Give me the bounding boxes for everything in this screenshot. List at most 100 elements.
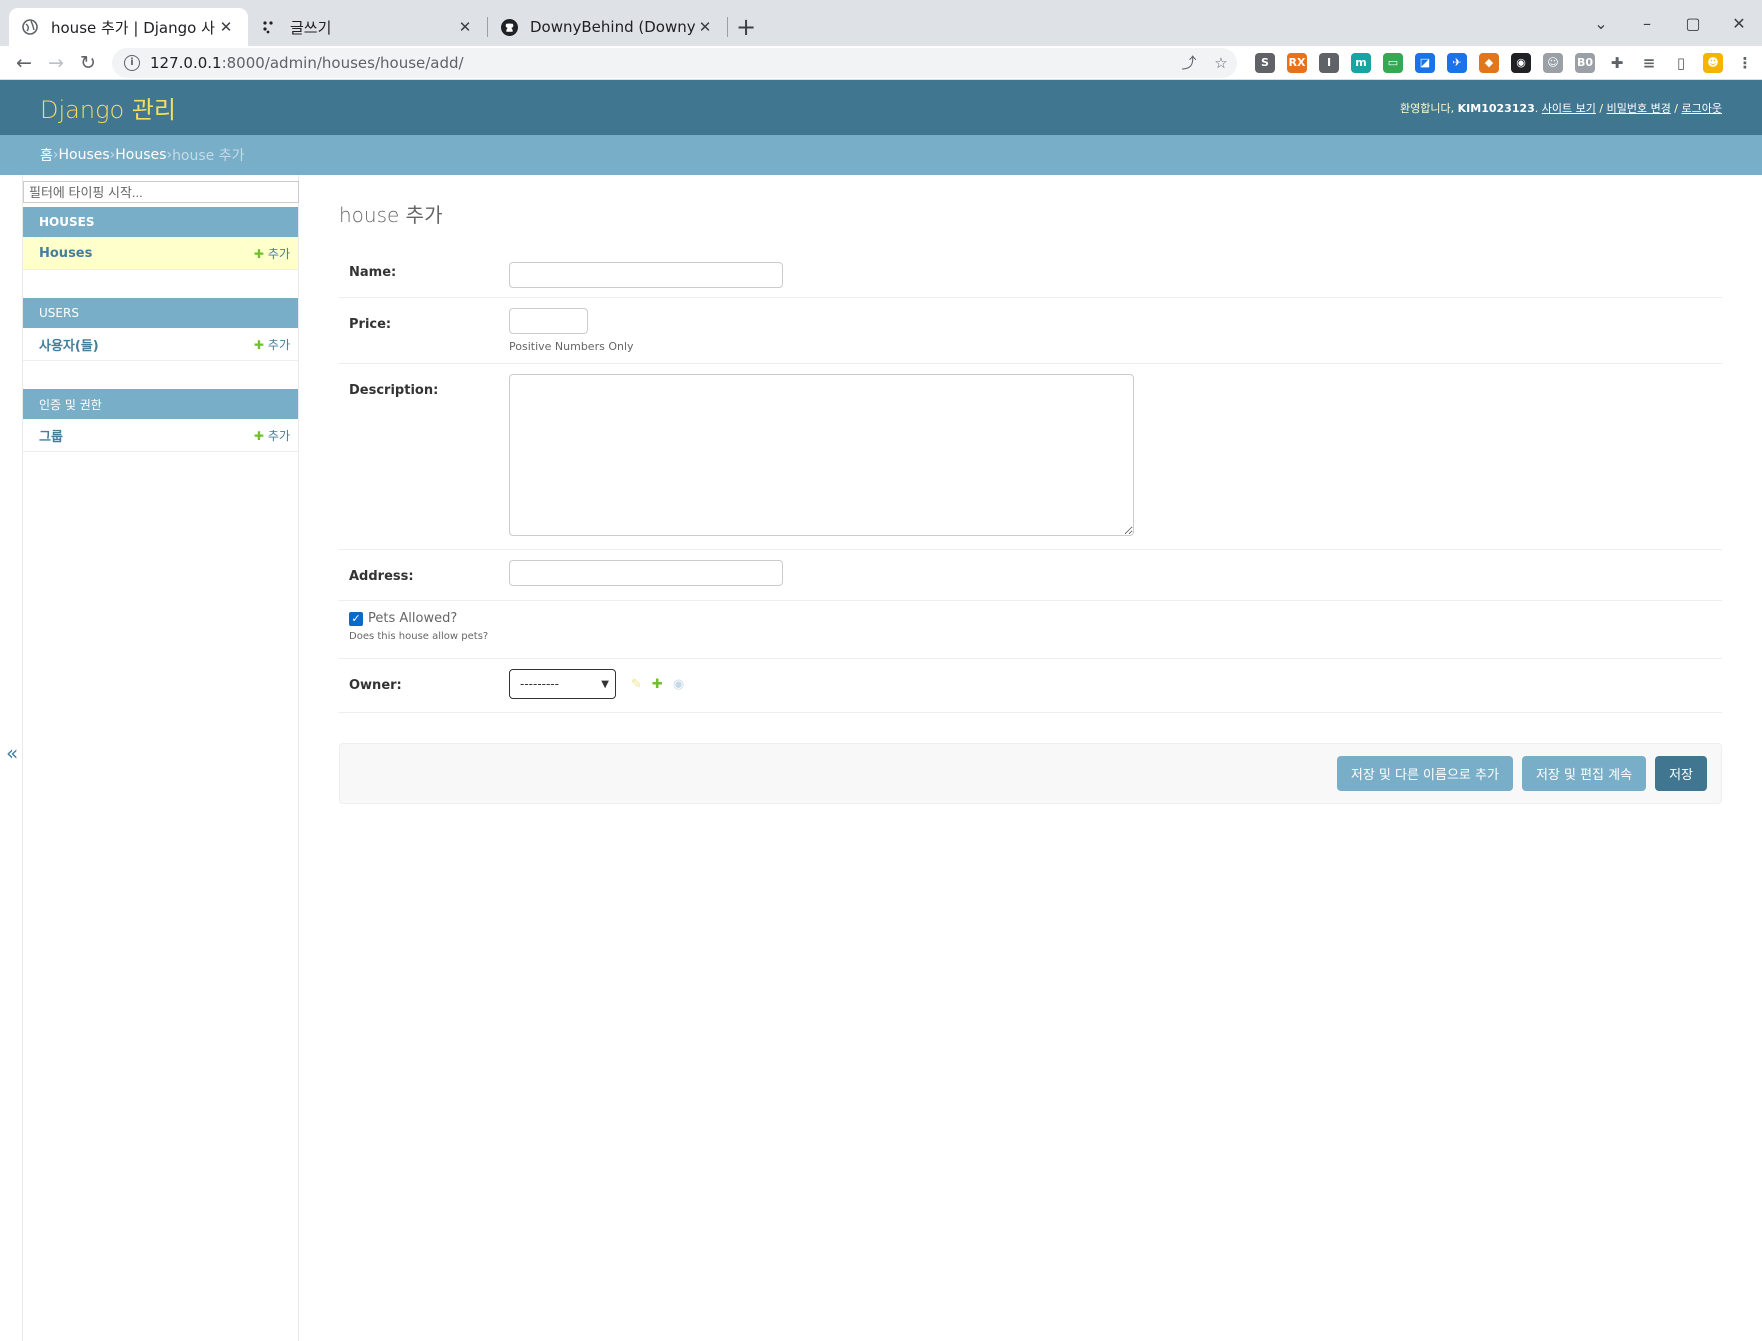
back-icon[interactable]: ← (8, 47, 40, 79)
module-auth: 인증 및 권한 그룹 ✚ 추가 (23, 389, 298, 452)
nav-filter-input[interactable] (23, 181, 299, 203)
model-link[interactable]: 사용자(들) (39, 335, 99, 354)
close-window-icon[interactable]: ✕ (1716, 14, 1762, 33)
form-row-price: Price: Positive Numbers Only (339, 298, 1722, 364)
pencil-icon[interactable]: ✎ (631, 677, 642, 692)
form-row-name: Name: (339, 246, 1722, 298)
welcome-text: 환영합니다, (1400, 101, 1455, 115)
add-link[interactable]: ✚ 추가 (254, 427, 290, 444)
module-caption[interactable]: HOUSES (23, 207, 298, 237)
separator: / (1595, 101, 1607, 115)
plus-icon: ✚ (253, 246, 264, 261)
puzzle-icon[interactable]: ✚ (1607, 53, 1627, 73)
owner-select[interactable]: --------- ▼ (509, 669, 616, 699)
minimize-icon[interactable]: – (1624, 14, 1670, 33)
screen-icon[interactable]: ▭ (1383, 52, 1403, 73)
site-branding[interactable]: Django 관리 (40, 90, 176, 125)
model-link[interactable]: 그룹 (39, 426, 63, 445)
price-label: Price: (349, 317, 392, 332)
menu-icon[interactable]: ⋮ (1735, 53, 1755, 73)
browser-tab[interactable]: DownyBehind (Downyk) ✕ (488, 8, 727, 46)
module-houses: HOUSES Houses ✚ 추가 (23, 207, 298, 270)
playlist-icon[interactable]: ≡ (1639, 53, 1659, 73)
save-button[interactable]: 저장 (1655, 756, 1707, 791)
pets-help-text: Does this house allow pets? (349, 631, 489, 642)
logout-link[interactable]: 로그아웃 (1682, 102, 1722, 115)
main-area: « HOUSES Houses ✚추가 USERS 사용자(들) ✚추가 인증 … (0, 175, 1762, 1341)
form-row-pets: ✓ Pets Allowed? Does this house allow pe… (339, 601, 1722, 659)
pets-allowed-checkbox[interactable]: ✓ (349, 611, 363, 626)
owner-label: Owner: (349, 678, 402, 693)
user-icon[interactable]: ☺ (1543, 52, 1563, 73)
address-bar-row: ← → ↻ i 127.0.0.1:8000/admin/houses/hous… (0, 46, 1762, 80)
breadcrumb-current: house 추가 (172, 148, 245, 164)
breadcrumb-app[interactable]: Houses (59, 147, 110, 163)
close-tab-icon[interactable]: ✕ (455, 18, 475, 36)
i-icon[interactable]: I (1319, 52, 1339, 73)
avatar-icon[interactable]: ☻ (1703, 52, 1723, 73)
view-site-link[interactable]: 사이트 보기 (1542, 102, 1596, 115)
reload-icon[interactable]: ↻ (72, 47, 104, 79)
address-input[interactable] (509, 560, 783, 586)
browser-tab[interactable]: 글쓰기 ✕ (248, 8, 487, 46)
extensions-toolbar: S RX Im ▭ ◪ ✈ ◆ ◉ ☺ B0 ✚ ≡ ▯ ☻ ⋮ (1249, 52, 1761, 73)
add-label: 추가 (267, 246, 290, 261)
add-link[interactable]: ✚ 추가 (254, 336, 290, 353)
sidebar-item-users: 사용자(들) ✚ 추가 (23, 328, 298, 361)
tab-title: DownyBehind (Downyk) (530, 18, 695, 36)
fox-icon[interactable]: ◆ (1479, 52, 1499, 73)
sidebar-item-groups: 그룹 ✚ 추가 (23, 419, 298, 452)
close-tab-icon[interactable]: ✕ (695, 18, 715, 36)
name-label: Name: (349, 265, 397, 280)
site-info-icon[interactable]: i (124, 54, 140, 71)
m-icon[interactable]: m (1351, 52, 1371, 73)
browser-tab-active[interactable]: house 추가 | Django 사이트 ✕ (9, 8, 248, 46)
add-label: 추가 (267, 428, 290, 443)
add-label: 추가 (267, 337, 290, 352)
url-path: :8000/admin/houses/house/add/ (221, 53, 464, 72)
save-and-add-another-button[interactable]: 저장 및 다른 이름으로 추가 (1336, 756, 1513, 791)
sidepanel-icon[interactable]: ▯ (1671, 53, 1691, 73)
forward-icon[interactable]: → (40, 47, 72, 79)
add-related-icon[interactable]: ✚ (652, 677, 663, 692)
pets-allowed-label[interactable]: Pets Allowed? (368, 611, 457, 626)
browser-tab-strip: house 추가 | Django 사이트 ✕ 글쓰기 ✕ DownyBehin… (0, 0, 1762, 46)
price-input[interactable] (509, 308, 588, 334)
rss-icon[interactable]: RX (1287, 52, 1307, 73)
target-icon[interactable]: ◉ (1511, 52, 1531, 73)
form-row-address: Address: (339, 550, 1722, 601)
bookmark-star-icon[interactable]: ☆ (1205, 54, 1237, 72)
maximize-icon[interactable]: ▢ (1670, 14, 1716, 33)
breadcrumb-home[interactable]: 홈 (40, 145, 53, 165)
satellite-icon[interactable]: ✈ (1447, 52, 1467, 73)
admin-header: Django 관리 환영합니다, KIM1023123. 사이트 보기 / 비밀… (0, 80, 1762, 135)
module-caption[interactable]: 인증 및 권한 (23, 389, 298, 419)
sidebar-collapse-toggle[interactable]: « (6, 741, 18, 765)
url-text: 127.0.0.1:8000/admin/houses/house/add/ (150, 54, 1173, 72)
url-bar[interactable]: i 127.0.0.1:8000/admin/houses/house/add/… (112, 47, 1237, 78)
owner-selected-value: --------- (520, 677, 559, 691)
submit-row: 저장 및 다른 이름으로 추가 저장 및 편집 계속 저장 (339, 743, 1722, 804)
tab-title: house 추가 | Django 사이트 (51, 18, 216, 37)
address-label: Address: (349, 569, 414, 584)
close-tab-icon[interactable]: ✕ (216, 18, 236, 36)
breadcrumb-model[interactable]: Houses (115, 147, 166, 163)
breadcrumb: 홈 › Houses › Houses › house 추가 (0, 135, 1762, 175)
eye-icon[interactable]: ◉ (673, 677, 684, 692)
new-tab-button[interactable]: + (728, 8, 764, 46)
nav-sidebar: HOUSES Houses ✚추가 USERS 사용자(들) ✚추가 인증 및 … (22, 175, 299, 1341)
model-link[interactable]: Houses (39, 246, 92, 261)
name-input[interactable] (509, 262, 783, 288)
text-icon[interactable]: B0 (1575, 52, 1595, 73)
add-link[interactable]: ✚ 추가 (254, 245, 290, 262)
form-row-description: Description: (339, 364, 1722, 550)
share-icon[interactable]: ⤴ (1173, 52, 1205, 73)
save-and-continue-button[interactable]: 저장 및 편집 계속 (1521, 756, 1647, 791)
module-caption[interactable]: USERS (23, 298, 298, 328)
description-textarea[interactable] (509, 374, 1134, 536)
s-icon[interactable]: S (1255, 52, 1275, 73)
tab-search-icon[interactable]: ⌄ (1578, 14, 1624, 33)
change-password-link[interactable]: 비밀번호 변경 (1607, 102, 1671, 115)
translate-icon[interactable]: ◪ (1415, 52, 1435, 73)
price-help-text: Positive Numbers Only (509, 340, 634, 353)
